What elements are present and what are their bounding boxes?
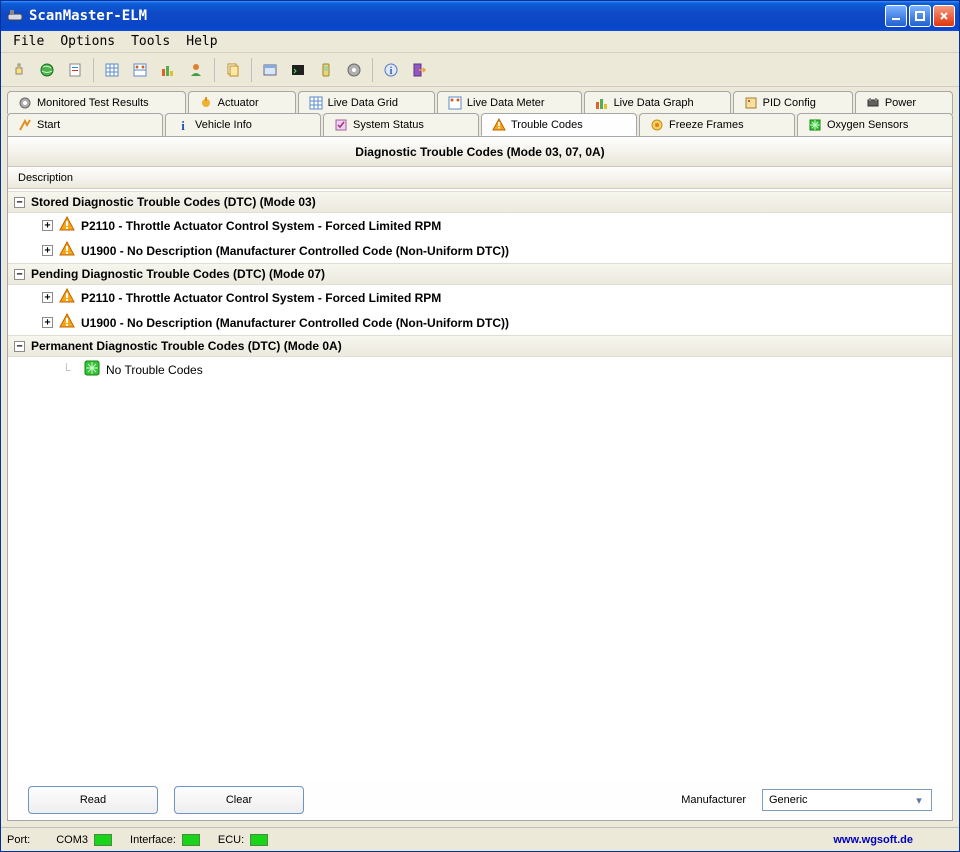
tool-copy-icon[interactable] [221, 58, 245, 82]
expand-icon[interactable]: + [42, 317, 53, 328]
collapse-icon[interactable]: − [14, 197, 25, 208]
freeze-icon [650, 118, 664, 132]
window-title: ScanMaster-ELM [29, 8, 147, 24]
toolbar: i [1, 53, 959, 87]
tree-item[interactable]: + U1900 - No Description (Manufacturer C… [8, 238, 952, 263]
grid-icon [309, 96, 323, 110]
tab-live-data-graph[interactable]: Live Data Graph [584, 91, 731, 114]
gear-icon [18, 96, 32, 110]
tab-system-status[interactable]: System Status [323, 113, 479, 136]
tool-info-icon[interactable]: i [379, 58, 403, 82]
tool-exit-icon[interactable] [407, 58, 431, 82]
tool-chart-icon[interactable] [156, 58, 180, 82]
tab-live-data-grid[interactable]: Live Data Grid [298, 91, 435, 114]
tree-item-empty: └ No Trouble Codes [8, 357, 952, 382]
expand-icon[interactable]: + [42, 245, 53, 256]
dtc-tree[interactable]: − Stored Diagnostic Trouble Codes (DTC) … [8, 189, 952, 780]
maximize-button[interactable] [909, 5, 931, 27]
ecu-led-icon [250, 834, 268, 846]
tab-actuator[interactable]: Actuator [188, 91, 296, 114]
status-ecu-label: ECU: [218, 834, 244, 846]
tab-live-data-meter[interactable]: Live Data Meter [437, 91, 582, 114]
status-interface-label: Interface: [130, 834, 176, 846]
app-icon [7, 8, 23, 24]
close-button[interactable] [933, 5, 955, 27]
tab-pid-config[interactable]: PID Config [733, 91, 853, 114]
column-header[interactable]: Description [8, 167, 952, 189]
menu-options[interactable]: Options [52, 32, 123, 51]
titlebar: ScanMaster-ELM [1, 1, 959, 31]
status-icon [334, 118, 348, 132]
tree-group-stored[interactable]: − Stored Diagnostic Trouble Codes (DTC) … [8, 191, 952, 213]
warning-icon [492, 118, 506, 132]
tab-freeze-frames[interactable]: Freeze Frames [639, 113, 795, 136]
tab-row-lower: Start iVehicle Info System Status Troubl… [7, 113, 953, 136]
tab-monitored-test-results[interactable]: Monitored Test Results [7, 91, 186, 114]
status-port-label: Port: [7, 834, 30, 846]
interface-led-icon [182, 834, 200, 846]
tool-report-icon[interactable] [63, 58, 87, 82]
tree-group-permanent[interactable]: − Permanent Diagnostic Trouble Codes (DT… [8, 335, 952, 357]
warning-icon [59, 241, 75, 260]
port-led-icon [94, 834, 112, 846]
tree-item[interactable]: + P2110 - Throttle Actuator Control Syst… [8, 213, 952, 238]
chevron-down-icon: ▾ [911, 792, 927, 808]
svg-text:i: i [390, 66, 393, 77]
expand-icon[interactable]: + [42, 220, 53, 231]
tool-meter-icon[interactable] [128, 58, 152, 82]
tool-window-icon[interactable] [258, 58, 282, 82]
tree-item[interactable]: + P2110 - Throttle Actuator Control Syst… [8, 285, 952, 310]
graph-icon [595, 96, 609, 110]
tab-start[interactable]: Start [7, 113, 163, 136]
content-panel: Diagnostic Trouble Codes (Mode 03, 07, 0… [7, 136, 953, 821]
menu-tools[interactable]: Tools [123, 32, 178, 51]
tool-phone-icon[interactable] [314, 58, 338, 82]
start-icon [18, 118, 32, 132]
vendor-link[interactable]: www.wgsoft.de [833, 834, 913, 846]
collapse-icon[interactable]: − [14, 269, 25, 280]
app-window: ScanMaster-ELM File Options Tools Help i [0, 0, 960, 852]
collapse-icon[interactable]: − [14, 341, 25, 352]
oxygen-icon [808, 118, 822, 132]
tree-item[interactable]: + U1900 - No Description (Manufacturer C… [8, 310, 952, 335]
config-icon [744, 96, 758, 110]
status-port-value: COM3 [56, 834, 88, 846]
menu-help[interactable]: Help [178, 32, 225, 51]
manufacturer-label: Manufacturer [681, 794, 746, 806]
tool-terminal-icon[interactable] [286, 58, 310, 82]
tab-vehicle-info[interactable]: iVehicle Info [165, 113, 321, 136]
tool-globe-icon[interactable] [35, 58, 59, 82]
read-button[interactable]: Read [28, 786, 158, 814]
clear-button[interactable]: Clear [174, 786, 304, 814]
bottom-bar: Read Clear Manufacturer Generic ▾ [8, 780, 952, 820]
statusbar: Port: COM3 Interface: ECU: www.wgsoft.de [1, 827, 959, 851]
tool-grid-icon[interactable] [100, 58, 124, 82]
expand-icon[interactable]: + [42, 292, 53, 303]
ok-icon [84, 360, 100, 379]
tab-row-upper: Monitored Test Results Actuator Live Dat… [7, 91, 953, 114]
tab-trouble-codes[interactable]: Trouble Codes [481, 113, 637, 136]
tabs-area: Monitored Test Results Actuator Live Dat… [1, 87, 959, 136]
menu-file[interactable]: File [5, 32, 52, 51]
warning-icon [59, 313, 75, 332]
warning-icon [59, 216, 75, 235]
actuator-icon [199, 96, 213, 110]
tool-disc-icon[interactable] [342, 58, 366, 82]
info-icon: i [176, 118, 190, 132]
power-icon [866, 96, 880, 110]
tool-user-icon[interactable] [184, 58, 208, 82]
warning-icon [59, 288, 75, 307]
tree-group-pending[interactable]: − Pending Diagnostic Trouble Codes (DTC)… [8, 263, 952, 285]
tree-line-icon: └ [62, 363, 78, 377]
panel-title: Diagnostic Trouble Codes (Mode 03, 07, 0… [8, 137, 952, 167]
meter-icon [448, 96, 462, 110]
manufacturer-select[interactable]: Generic ▾ [762, 789, 932, 811]
menubar: File Options Tools Help [1, 31, 959, 53]
tool-connect-icon[interactable] [7, 58, 31, 82]
minimize-button[interactable] [885, 5, 907, 27]
svg-text:i: i [181, 118, 185, 132]
tab-power[interactable]: Power [855, 91, 953, 114]
tab-oxygen-sensors[interactable]: Oxygen Sensors [797, 113, 953, 136]
